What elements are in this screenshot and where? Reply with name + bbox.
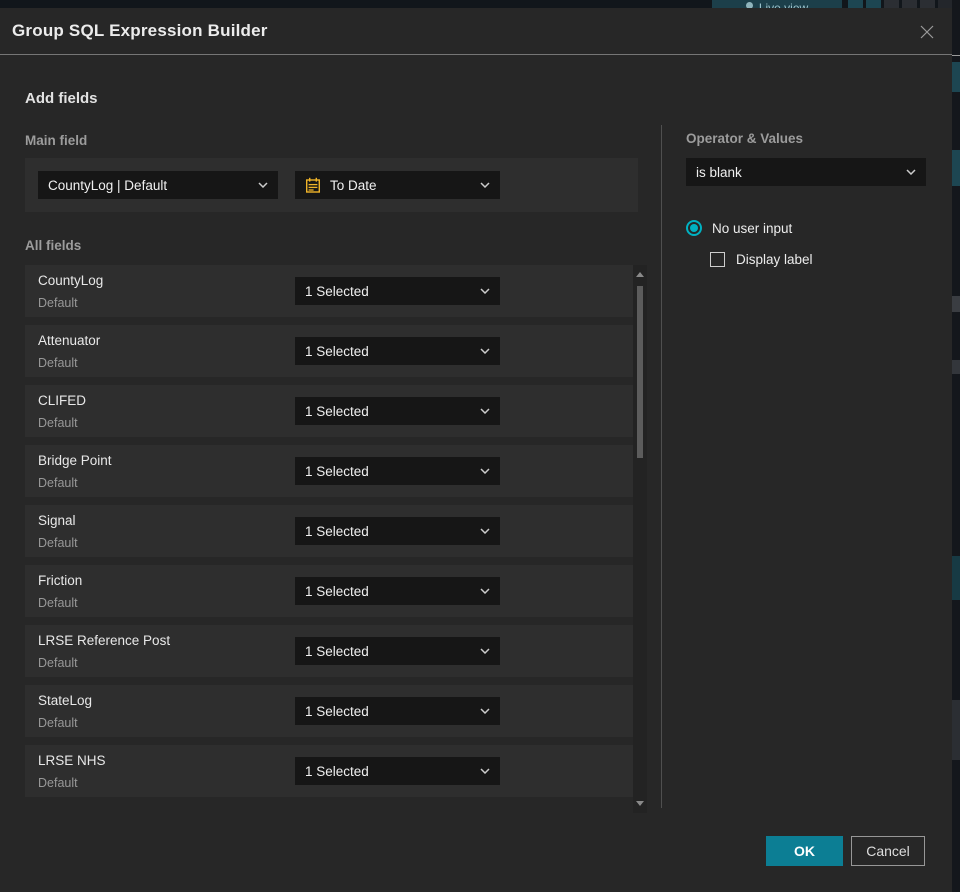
field-selected-value: 1 Selected bbox=[305, 283, 369, 299]
main-field-select[interactable]: CountyLog | Default bbox=[38, 171, 278, 199]
field-name: StateLog bbox=[38, 693, 93, 708]
field-selected-dropdown[interactable]: 1 Selected bbox=[295, 457, 500, 485]
all-fields-label: All fields bbox=[25, 238, 82, 253]
field-selected-dropdown[interactable]: 1 Selected bbox=[295, 337, 500, 365]
field-row: LRSE Reference Post Default 1 Selected bbox=[25, 625, 638, 677]
background-toolbar-fragments bbox=[848, 0, 953, 8]
chevron-down-icon bbox=[906, 169, 916, 175]
field-selected-value: 1 Selected bbox=[305, 703, 369, 719]
chevron-down-icon bbox=[480, 408, 490, 414]
chevron-down-icon bbox=[480, 708, 490, 714]
operator-select[interactable]: is blank bbox=[686, 158, 926, 186]
background-app-topbar: Live view bbox=[0, 0, 960, 8]
checkbox-unchecked-icon bbox=[710, 252, 725, 267]
field-selected-value: 1 Selected bbox=[305, 523, 369, 539]
field-row: LRSE NHS Default 1 Selected bbox=[25, 745, 638, 797]
field-type-select[interactable]: To Date bbox=[295, 171, 500, 199]
field-selected-dropdown[interactable]: 1 Selected bbox=[295, 277, 500, 305]
chevron-down-icon bbox=[480, 468, 490, 474]
field-name: Signal bbox=[38, 513, 76, 528]
field-selected-dropdown[interactable]: 1 Selected bbox=[295, 757, 500, 785]
close-icon bbox=[920, 25, 934, 39]
field-row: Bridge Point Default 1 Selected bbox=[25, 445, 638, 497]
field-name: LRSE Reference Post bbox=[38, 633, 171, 648]
field-selected-value: 1 Selected bbox=[305, 763, 369, 779]
field-selected-dropdown[interactable]: 1 Selected bbox=[295, 637, 500, 665]
field-selected-value: 1 Selected bbox=[305, 343, 369, 359]
main-field-select-value: CountyLog | Default bbox=[48, 177, 168, 193]
live-view-button[interactable]: Live view bbox=[712, 0, 842, 8]
field-name: Bridge Point bbox=[38, 453, 112, 468]
background-app-right-edge bbox=[952, 0, 960, 892]
dialog-title: Group SQL Expression Builder bbox=[12, 21, 268, 40]
display-label-checkbox[interactable]: Display label bbox=[710, 252, 813, 267]
field-subtitle: Default bbox=[38, 416, 78, 430]
calendar-icon bbox=[305, 177, 321, 194]
screenshot-stage: Live view Group SQL Expression Builder A… bbox=[0, 0, 960, 892]
field-subtitle: Default bbox=[38, 356, 78, 370]
field-subtitle: Default bbox=[38, 776, 78, 790]
cancel-button[interactable]: Cancel bbox=[851, 836, 925, 866]
field-selected-dropdown[interactable]: 1 Selected bbox=[295, 577, 500, 605]
field-row: StateLog Default 1 Selected bbox=[25, 685, 638, 737]
live-view-label: Live view bbox=[758, 1, 809, 8]
field-name: Friction bbox=[38, 573, 83, 588]
no-user-input-radio[interactable]: No user input bbox=[686, 220, 792, 236]
field-selected-dropdown[interactable]: 1 Selected bbox=[295, 517, 500, 545]
chevron-down-icon bbox=[480, 348, 490, 354]
display-label-text: Display label bbox=[736, 252, 813, 267]
chevron-down-icon bbox=[258, 182, 268, 188]
field-selected-value: 1 Selected bbox=[305, 463, 369, 479]
fields-scrollbar[interactable] bbox=[633, 265, 647, 813]
panel-divider bbox=[661, 125, 662, 808]
group-sql-expression-builder-dialog: Group SQL Expression Builder Add fields … bbox=[0, 8, 952, 892]
field-type-select-value: To Date bbox=[330, 177, 377, 193]
ok-button[interactable]: OK bbox=[766, 836, 843, 866]
field-subtitle: Default bbox=[38, 656, 78, 670]
field-subtitle: Default bbox=[38, 596, 78, 610]
field-row: Friction Default 1 Selected bbox=[25, 565, 638, 617]
radio-selected-icon bbox=[686, 220, 702, 236]
field-selected-value: 1 Selected bbox=[305, 643, 369, 659]
no-user-input-label: No user input bbox=[712, 220, 793, 236]
field-name: LRSE NHS bbox=[38, 753, 106, 768]
field-row: CLIFED Default 1 Selected bbox=[25, 385, 638, 437]
scrollbar-thumb[interactable] bbox=[637, 286, 643, 458]
chevron-down-icon bbox=[480, 768, 490, 774]
field-row: Attenuator Default 1 Selected bbox=[25, 325, 638, 377]
field-subtitle: Default bbox=[38, 476, 78, 490]
chevron-down-icon bbox=[480, 588, 490, 594]
field-selected-dropdown[interactable]: 1 Selected bbox=[295, 697, 500, 725]
operator-select-value: is blank bbox=[696, 164, 742, 180]
scroll-down-arrow-icon[interactable] bbox=[636, 801, 644, 806]
field-subtitle: Default bbox=[38, 296, 78, 310]
operator-values-label: Operator & Values bbox=[686, 131, 804, 146]
all-fields-list: CountyLog Default 1 Selected Attenuator Defa… bbox=[25, 265, 638, 797]
field-name: Attenuator bbox=[38, 333, 101, 348]
chevron-down-icon bbox=[480, 528, 490, 534]
chevron-down-icon bbox=[480, 648, 490, 654]
field-selected-value: 1 Selected bbox=[305, 583, 369, 599]
field-row: Signal Default 1 Selected bbox=[25, 505, 638, 557]
field-name: CLIFED bbox=[38, 393, 87, 408]
field-subtitle: Default bbox=[38, 536, 78, 550]
field-subtitle: Default bbox=[38, 716, 78, 730]
field-name: CountyLog bbox=[38, 273, 104, 288]
field-selected-value: 1 Selected bbox=[305, 403, 369, 419]
field-selected-dropdown[interactable]: 1 Selected bbox=[295, 397, 500, 425]
field-row: CountyLog Default 1 Selected bbox=[25, 265, 638, 317]
main-field-container: CountyLog | Default To Date bbox=[25, 158, 638, 212]
dialog-header: Group SQL Expression Builder bbox=[0, 8, 952, 55]
scroll-up-arrow-icon[interactable] bbox=[636, 272, 644, 277]
chevron-down-icon bbox=[480, 288, 490, 294]
chevron-down-icon bbox=[480, 182, 490, 188]
main-field-label: Main field bbox=[25, 133, 88, 148]
close-button[interactable] bbox=[916, 21, 938, 43]
add-fields-heading: Add fields bbox=[25, 90, 98, 107]
